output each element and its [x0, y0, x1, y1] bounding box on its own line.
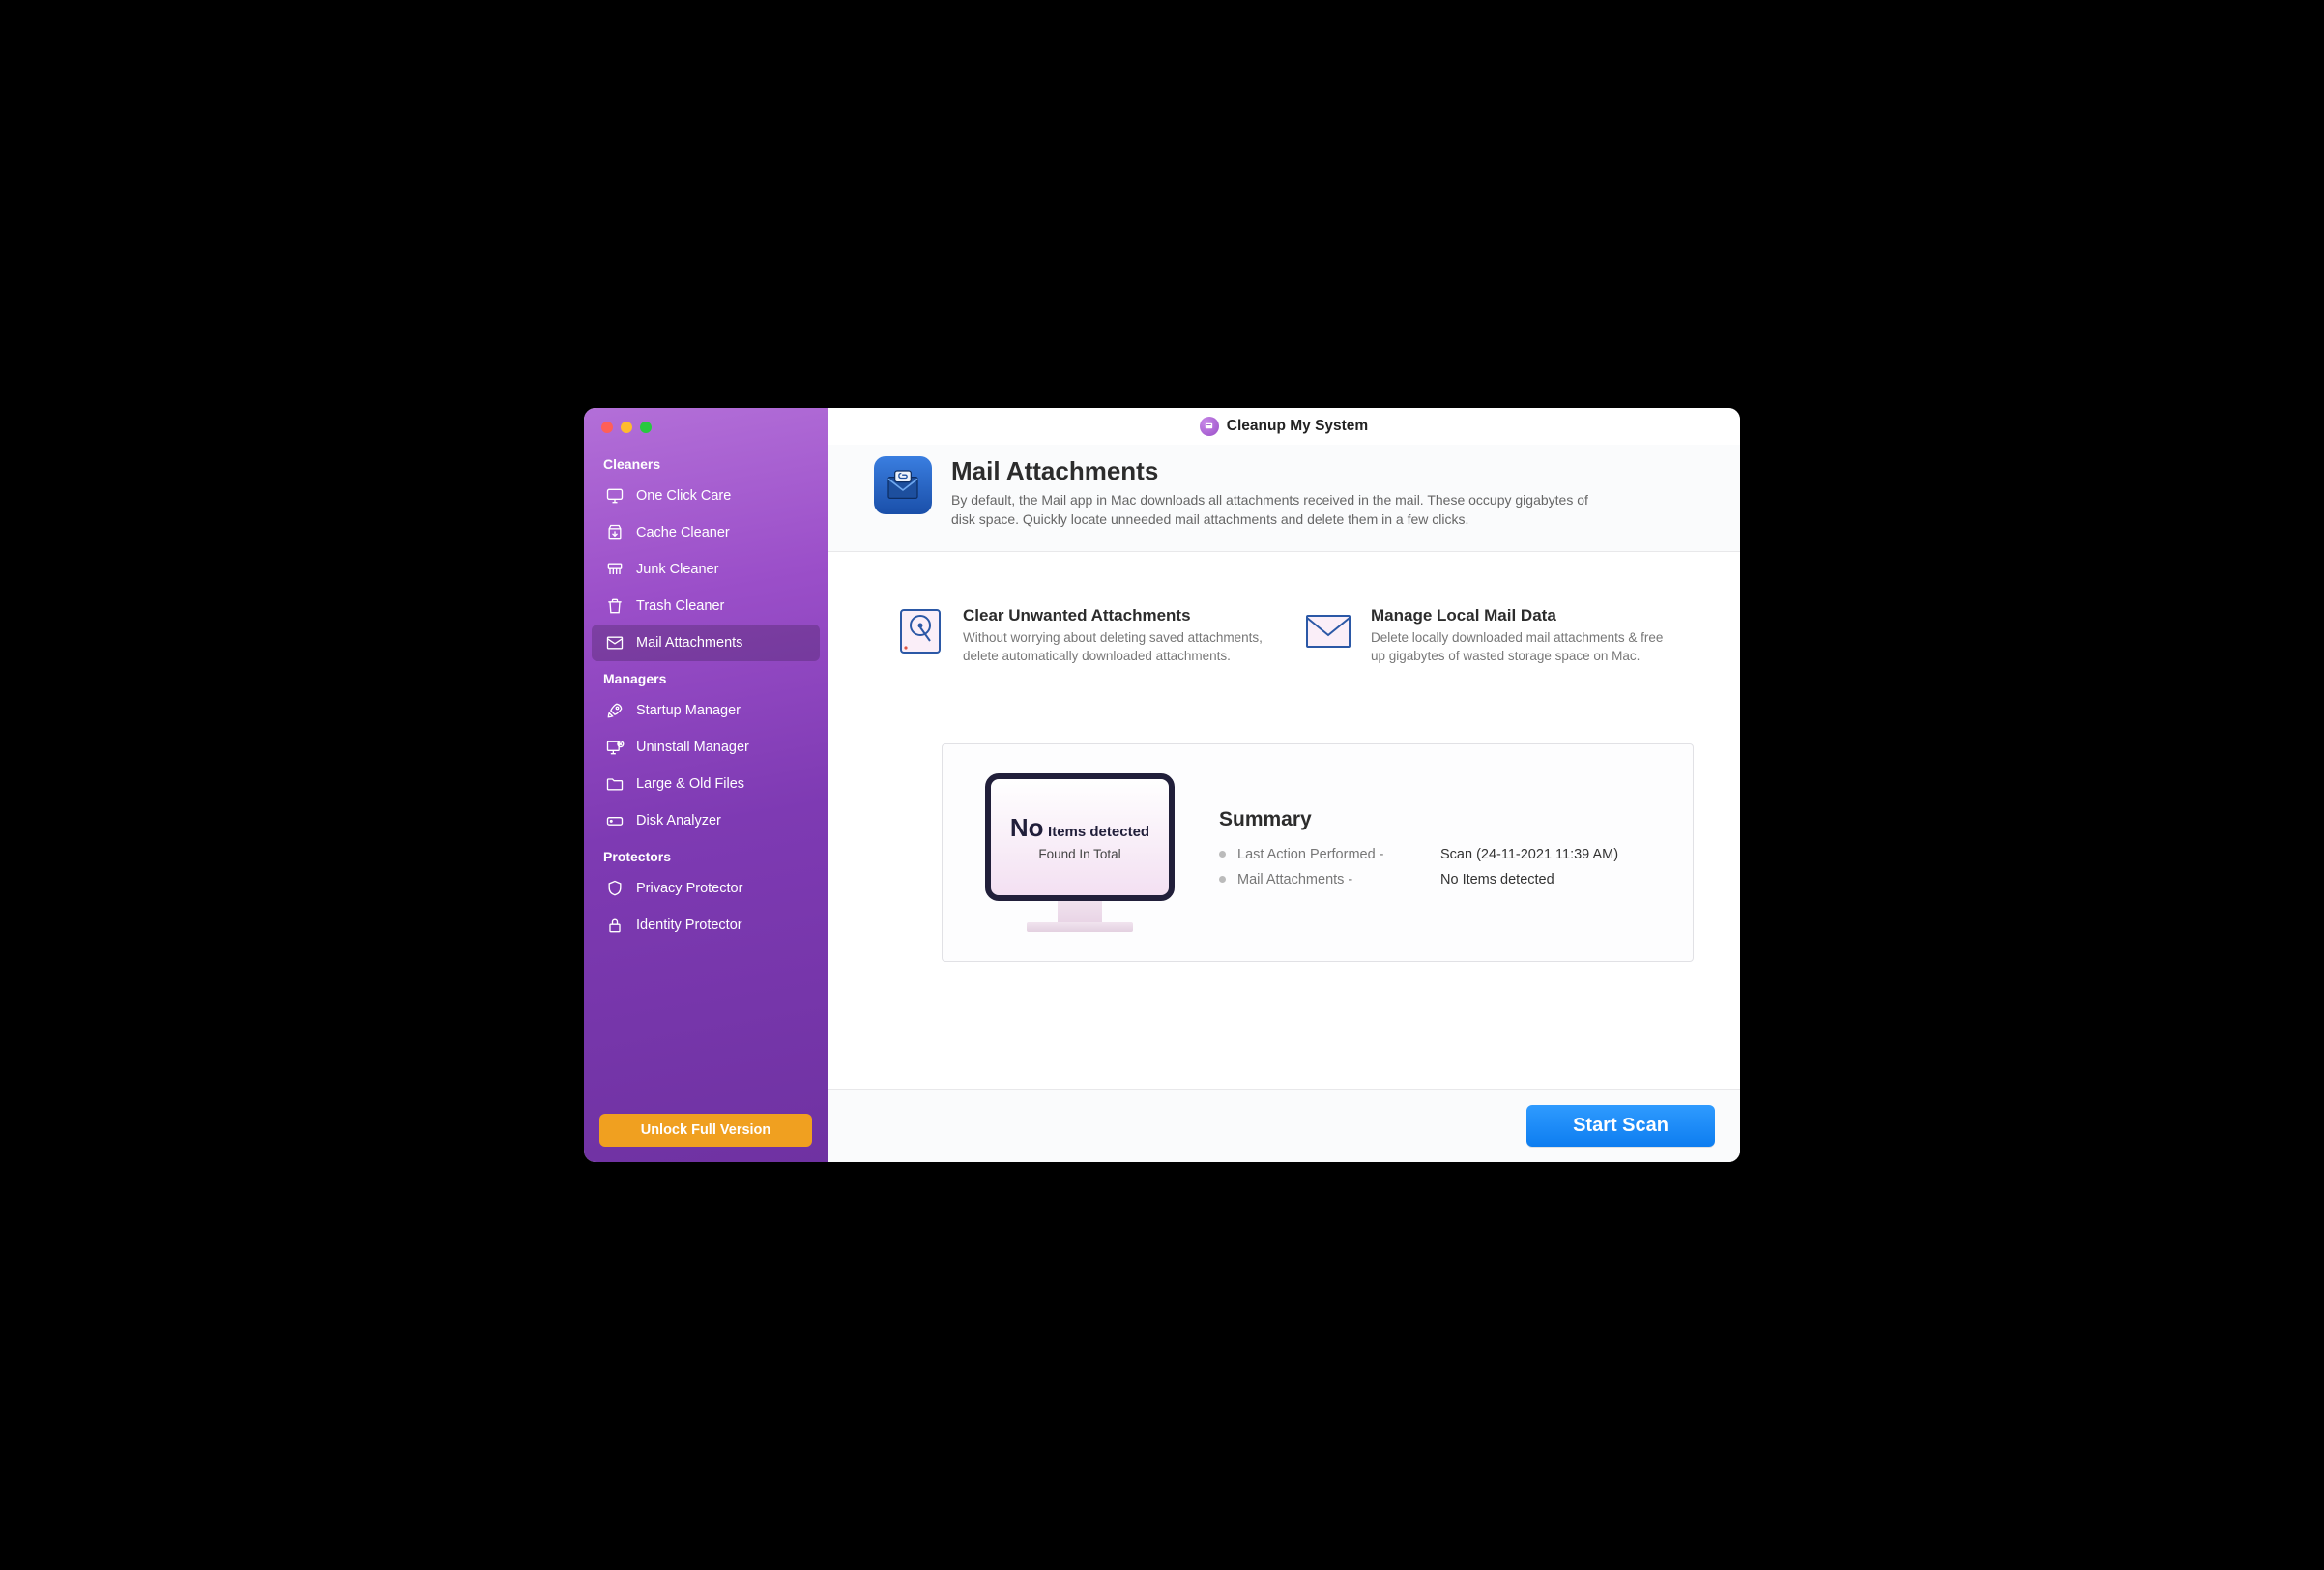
section-protectors-label: Protectors: [584, 839, 828, 870]
shield-icon: [605, 879, 625, 898]
sidebar-item-disk-analyzer[interactable]: Disk Analyzer: [592, 802, 820, 839]
minimize-icon[interactable]: [621, 422, 632, 433]
bullet-icon: [1219, 851, 1226, 858]
feature-title: Manage Local Mail Data: [1371, 606, 1672, 625]
sidebar-item-cache-cleaner[interactable]: Cache Cleaner: [592, 514, 820, 551]
hard-drive-icon: [895, 606, 945, 656]
sidebar-item-label: Cache Cleaner: [636, 525, 730, 540]
envelope-icon: [1303, 606, 1353, 656]
mail-icon: [605, 633, 625, 653]
summary-illustration: No Items detected Found In Total: [983, 773, 1177, 932]
main-content: Cleanup My System Mail Attachments By de…: [828, 408, 1740, 1162]
sidebar-item-trash-cleaner[interactable]: Trash Cleaner: [592, 588, 820, 625]
page-description: By default, the Mail app in Mac download…: [951, 490, 1589, 530]
start-scan-button[interactable]: Start Scan: [1526, 1105, 1715, 1147]
summary-label: Mail Attachments -: [1237, 872, 1440, 887]
summary-row-last-action: Last Action Performed - Scan (24-11-2021…: [1219, 847, 1660, 862]
sidebar-item-label: Uninstall Manager: [636, 740, 749, 755]
folder-icon: [605, 774, 625, 794]
summary-label: Last Action Performed -: [1237, 847, 1440, 862]
sidebar-item-label: Mail Attachments: [636, 635, 742, 651]
bullet-icon: [1219, 876, 1226, 883]
sidebar-item-label: Large & Old Files: [636, 776, 744, 792]
section-cleaners-label: Cleaners: [584, 447, 828, 478]
sidebar-item-junk-cleaner[interactable]: Junk Cleaner: [592, 551, 820, 588]
summary-row-mail-attachments: Mail Attachments - No Items detected: [1219, 872, 1660, 887]
monitor-base: [1027, 922, 1133, 932]
summary-value: No Items detected: [1440, 872, 1554, 887]
sidebar-item-privacy-protector[interactable]: Privacy Protector: [592, 870, 820, 907]
sidebar-item-one-click-care[interactable]: One Click Care: [592, 478, 820, 514]
app-window: Cleaners One Click Care Cache Cleaner Ju…: [584, 408, 1740, 1162]
sidebar-item-label: Junk Cleaner: [636, 562, 718, 577]
monitor-stand: [1058, 901, 1102, 922]
mail-attachment-icon: [884, 466, 922, 505]
items-detected-text: Items detected: [1048, 824, 1149, 840]
shredder-icon: [605, 560, 625, 579]
sidebar-item-identity-protector[interactable]: Identity Protector: [592, 907, 820, 944]
footer: Start Scan: [828, 1089, 1740, 1162]
sidebar-item-uninstall-manager[interactable]: Uninstall Manager: [592, 729, 820, 766]
unlock-full-version-button[interactable]: Unlock Full Version: [599, 1114, 812, 1147]
feature-clear-attachments: Clear Unwanted Attachments Without worry…: [895, 606, 1264, 666]
sidebar-item-startup-manager[interactable]: Startup Manager: [592, 692, 820, 729]
window-controls: [584, 422, 828, 447]
items-detected-line: No Items detected: [1010, 813, 1149, 843]
app-logo-icon: [1200, 417, 1219, 436]
feature-title: Clear Unwanted Attachments: [963, 606, 1264, 625]
section-managers-label: Managers: [584, 661, 828, 692]
feature-description: Without worrying about deleting saved at…: [963, 628, 1264, 666]
page-title: Mail Attachments: [951, 456, 1589, 486]
feature-manage-mail-data: Manage Local Mail Data Delete locally do…: [1303, 606, 1672, 666]
fullscreen-icon[interactable]: [640, 422, 652, 433]
summary-title: Summary: [1219, 808, 1660, 831]
summary-value: Scan (24-11-2021 11:39 AM): [1440, 847, 1618, 862]
download-box-icon: [605, 523, 625, 542]
feature-description: Delete locally downloaded mail attachmen…: [1371, 628, 1672, 666]
monitor-icon: [605, 486, 625, 506]
features-row: Clear Unwanted Attachments Without worry…: [828, 552, 1740, 695]
sidebar-item-label: Trash Cleaner: [636, 598, 724, 614]
found-in-total-text: Found In Total: [1038, 847, 1120, 861]
trash-icon: [605, 596, 625, 616]
sidebar: Cleaners One Click Care Cache Cleaner Ju…: [584, 408, 828, 1162]
summary-body: Summary Last Action Performed - Scan (24…: [1219, 808, 1660, 897]
items-detected-count: No: [1010, 813, 1044, 842]
titlebar: Cleanup My System: [828, 408, 1740, 445]
close-icon[interactable]: [601, 422, 613, 433]
summary-card: No Items detected Found In Total Summary…: [942, 743, 1694, 962]
sidebar-item-label: Privacy Protector: [636, 881, 742, 896]
uninstall-icon: [605, 738, 625, 757]
app-title: Cleanup My System: [1227, 418, 1368, 435]
page-header: Mail Attachments By default, the Mail ap…: [828, 445, 1740, 552]
sidebar-item-label: Identity Protector: [636, 917, 742, 933]
rocket-icon: [605, 701, 625, 720]
sidebar-item-large-old-files[interactable]: Large & Old Files: [592, 766, 820, 802]
lock-icon: [605, 916, 625, 935]
sidebar-item-label: One Click Care: [636, 488, 731, 504]
page-header-icon: [874, 456, 932, 514]
sidebar-item-label: Disk Analyzer: [636, 813, 721, 829]
sidebar-item-mail-attachments[interactable]: Mail Attachments: [592, 625, 820, 661]
disk-icon: [605, 811, 625, 830]
monitor-screen: No Items detected Found In Total: [985, 773, 1175, 901]
sidebar-item-label: Startup Manager: [636, 703, 741, 718]
